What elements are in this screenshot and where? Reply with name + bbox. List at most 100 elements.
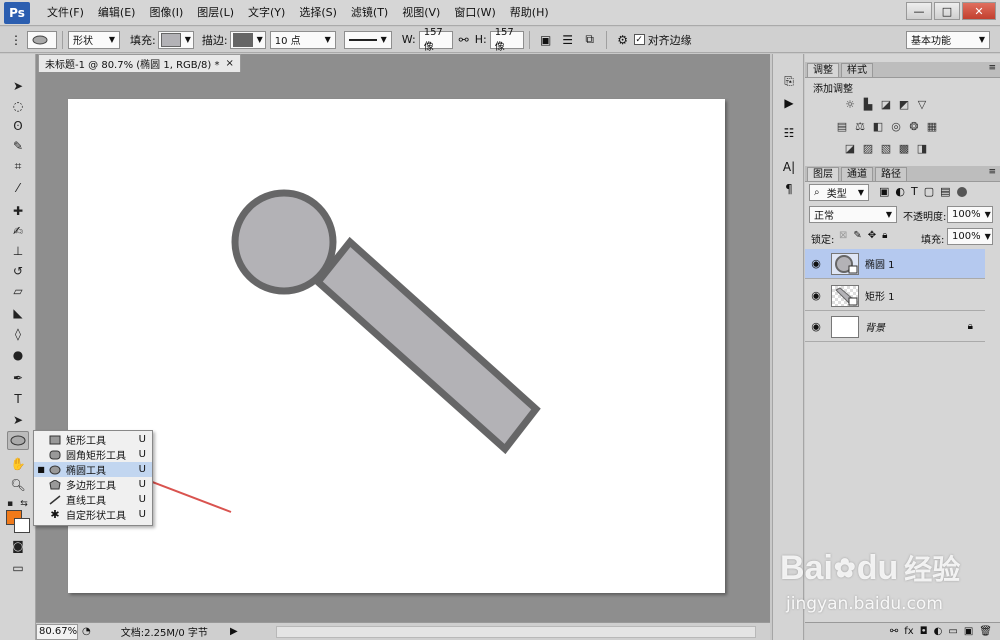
height-input[interactable]: 157 像 <box>489 27 524 53</box>
menu-help[interactable]: 帮助(H) <box>503 0 556 26</box>
link-icon[interactable]: ⚯ <box>456 32 472 48</box>
lock-transparency-icon[interactable]: ⊠ <box>839 230 847 241</box>
levels-icon[interactable]: ▙ <box>861 98 875 111</box>
document-tab[interactable]: 未标题-1 @ 80.7% (椭圆 1, RGB/8) * × <box>38 54 241 72</box>
clone-stamp-tool-icon[interactable]: ⊥ <box>7 241 29 260</box>
character-icon[interactable]: A| <box>780 158 798 176</box>
selective-color-icon[interactable]: ▩ <box>897 142 911 155</box>
screen-mode-icon[interactable]: ▭ <box>7 558 29 577</box>
gradient-map-icon[interactable]: ◨ <box>915 142 929 155</box>
channel-mixer-icon[interactable]: ❂ <box>907 120 921 133</box>
ellipse-shape[interactable] <box>231 189 337 295</box>
lock-all-icon[interactable]: 🔒︎ <box>882 230 887 241</box>
eraser-tool-icon[interactable]: ▱ <box>7 281 29 300</box>
rectangle-shape[interactable] <box>313 236 541 455</box>
quick-mask-icon[interactable]: ◙ <box>7 536 29 555</box>
photo-filter-icon[interactable]: ◎ <box>889 120 903 133</box>
eye-icon[interactable]: ◉ <box>805 289 827 302</box>
menu-file[interactable]: 文件(F) <box>40 0 91 26</box>
properties-icon[interactable]: ☷ <box>780 124 798 142</box>
pen-tool-icon[interactable]: ✒ <box>7 368 29 387</box>
menu-type[interactable]: 文字(Y) <box>241 0 292 26</box>
filter-toggle-icon[interactable] <box>956 187 967 197</box>
menu-layer[interactable]: 图层(L) <box>190 0 241 26</box>
hue-saturation-icon[interactable]: ▤ <box>835 120 849 133</box>
menu-window[interactable]: 窗口(W) <box>447 0 502 26</box>
lasso-tool-icon[interactable]: ʘ <box>7 116 29 135</box>
blur-tool-icon[interactable]: ◊ <box>7 324 29 343</box>
menu-view[interactable]: 视图(V) <box>395 0 447 26</box>
color-balance-icon[interactable]: ⚖ <box>853 120 867 133</box>
eyedropper-tool-icon[interactable]: ⁄ <box>7 178 29 197</box>
actions-play-icon[interactable]: ▶ <box>780 94 798 112</box>
dodge-tool-icon[interactable]: ● <box>7 345 29 364</box>
layer-row-rectangle[interactable]: ◉ 矩形 1 <box>805 281 985 311</box>
stroke-color-picker[interactable]: ▼ <box>229 30 266 49</box>
threshold-icon[interactable]: ▧ <box>879 142 893 155</box>
paragraph-icon[interactable]: ¶ <box>780 180 798 198</box>
stroke-type-select[interactable]: ▼ <box>343 30 392 49</box>
eye-icon[interactable]: ◉ <box>805 320 827 333</box>
width-input[interactable]: 157 像 <box>418 27 453 53</box>
zoom-level-input[interactable]: 80.67% <box>36 623 78 640</box>
crop-tool-icon[interactable]: ⌗ <box>7 157 29 176</box>
menu-image[interactable]: 图像(I) <box>142 0 190 26</box>
layer-row-ellipse[interactable]: ◉ 椭圆 1 <box>805 249 985 279</box>
history-brush-tool-icon[interactable]: ↺ <box>7 261 29 280</box>
layer-row-background[interactable]: ◉ 背景 🔒︎ <box>805 312 985 342</box>
align-edges-checkbox[interactable]: ✓ <box>633 34 645 45</box>
shape-filter-icon[interactable]: ▢ <box>924 185 934 198</box>
fill-input[interactable]: 100% ▼ <box>947 228 993 245</box>
panel-menu-icon[interactable]: ≡ <box>988 167 996 177</box>
posterize-icon[interactable]: ▨ <box>861 142 875 155</box>
status-menu-arrow-icon[interactable]: ▶ <box>230 626 238 637</box>
adjustment-filter-icon[interactable]: ◐ <box>895 185 905 198</box>
color-lookup-icon[interactable]: ▦ <box>925 120 939 133</box>
path-operations-icon[interactable]: ▣ <box>538 32 554 48</box>
brush-tool-icon[interactable]: ✍ <box>7 221 29 240</box>
marquee-tool-icon[interactable]: ◌ <box>7 96 29 115</box>
tool-preset-picker[interactable] <box>27 30 57 49</box>
invert-icon[interactable]: ◪ <box>843 142 857 155</box>
path-alignment-icon[interactable]: ☰ <box>560 32 576 48</box>
blend-mode-select[interactable]: 正常 ▼ <box>809 206 897 223</box>
eye-icon[interactable]: ◉ <box>805 257 827 270</box>
menu-filter[interactable]: 滤镜(T) <box>344 0 395 26</box>
move-tool-icon[interactable]: ➤ <box>7 76 29 95</box>
gear-icon[interactable]: ⚙ <box>615 32 631 48</box>
background-color-swatch[interactable] <box>14 518 30 533</box>
lock-position-icon[interactable]: ✥ <box>868 230 876 241</box>
flyout-item-custom-shape[interactable]: ✱ 自定形状工具 U <box>34 507 152 522</box>
quick-select-tool-icon[interactable]: ✎ <box>7 136 29 155</box>
close-button[interactable]: ✕ <box>962 2 996 20</box>
tab-channels[interactable]: 通道 <box>841 167 873 181</box>
panel-menu-icon[interactable]: ≡ <box>988 63 996 73</box>
workspace-select[interactable]: 基本功能 ▼ <box>906 30 990 49</box>
black-white-icon[interactable]: ◧ <box>871 120 885 133</box>
flyout-item-ellipse[interactable]: ■ 椭圆工具 U <box>34 462 152 477</box>
flyout-item-rounded-rectangle[interactable]: 圆角矩形工具 U <box>34 447 152 462</box>
zoom-tool-icon[interactable]: 🔍︎ <box>7 475 29 494</box>
path-select-tool-icon[interactable]: ➤ <box>7 410 29 429</box>
hand-tool-icon[interactable]: ✋ <box>7 454 29 473</box>
lock-pixels-icon[interactable]: ✎ <box>853 230 861 241</box>
healing-brush-tool-icon[interactable]: ✚ <box>7 201 29 220</box>
menu-edit[interactable]: 编辑(E) <box>91 0 143 26</box>
stroke-size-input[interactable]: 10 点 ▼ <box>269 30 336 49</box>
tab-paths[interactable]: 路径 <box>875 167 907 181</box>
flyout-item-rectangle[interactable]: 矩形工具 U <box>34 432 152 447</box>
menu-select[interactable]: 选择(S) <box>292 0 344 26</box>
type-tool-icon[interactable]: T <box>7 389 29 408</box>
exposure-icon[interactable]: ◩ <box>897 98 911 111</box>
type-filter-icon[interactable]: T <box>911 185 918 198</box>
fill-color-picker[interactable]: ▼ <box>157 30 194 49</box>
tab-adjustments[interactable]: 调整 <box>807 63 839 77</box>
horizontal-scrollbar[interactable] <box>276 626 756 638</box>
brightness-icon[interactable]: ☼ <box>843 98 857 111</box>
tab-styles[interactable]: 样式 <box>841 63 873 77</box>
opacity-input[interactable]: 100% ▼ <box>947 206 993 223</box>
maximize-button[interactable]: □ <box>934 2 960 20</box>
mode-select[interactable]: 形状 ▼ <box>68 30 120 49</box>
paint-bucket-tool-icon[interactable]: ◣ <box>7 303 29 322</box>
layer-filter-select[interactable]: ⌕ 类型 ▼ <box>809 184 869 201</box>
